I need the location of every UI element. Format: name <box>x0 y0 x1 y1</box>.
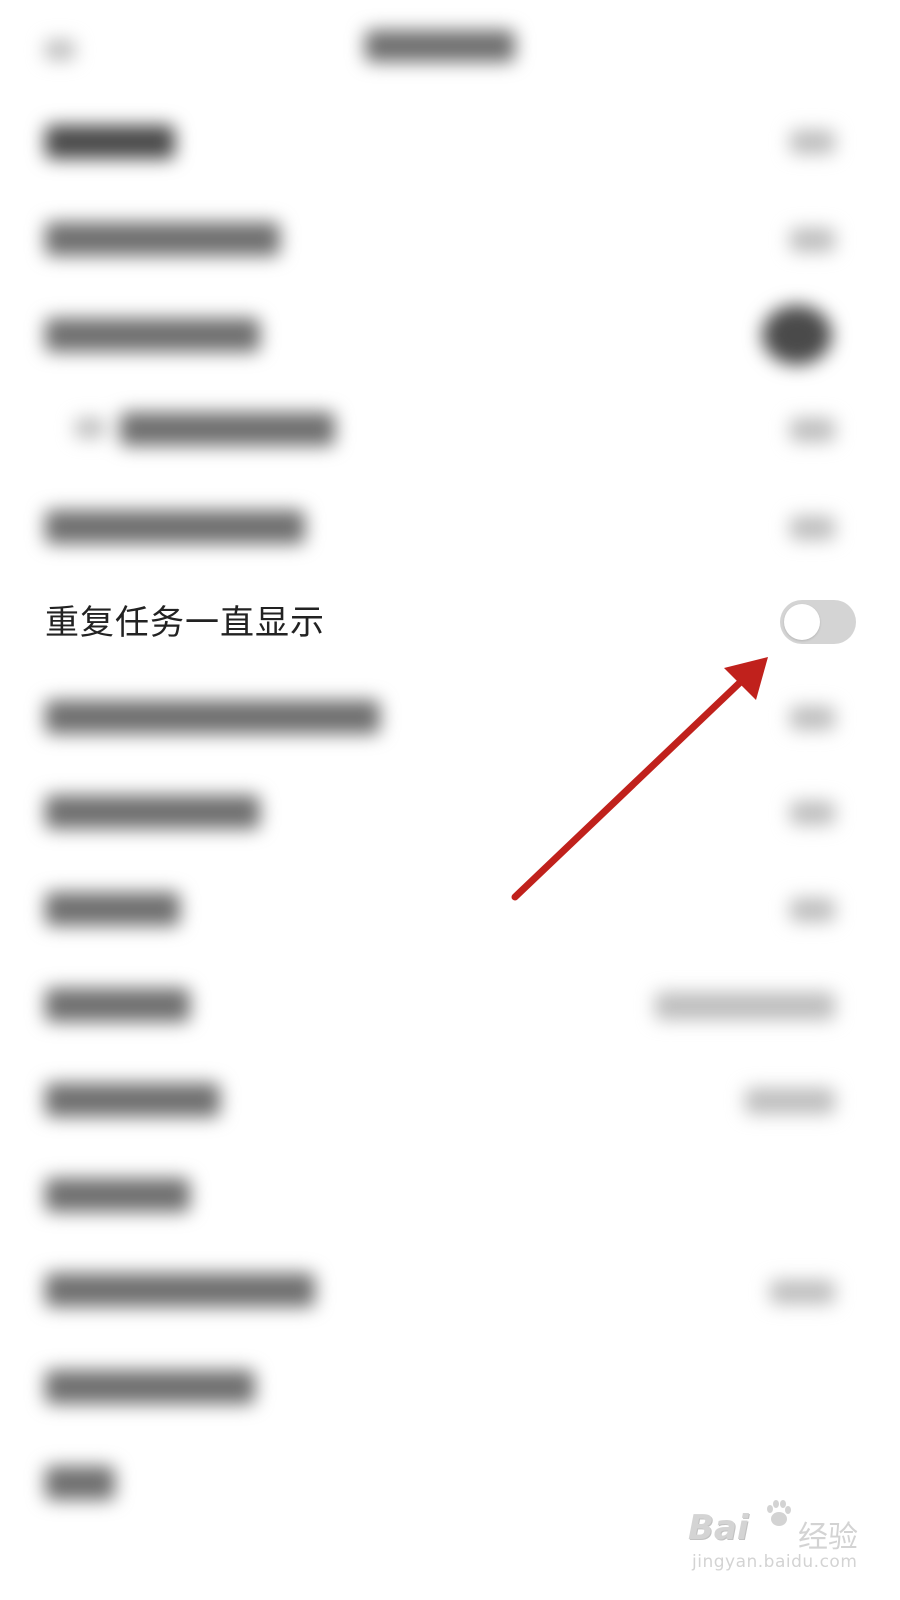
blurred-row-chevron-icon <box>790 516 835 540</box>
blurred-row-label <box>45 125 175 159</box>
blurred-row-label <box>45 318 260 352</box>
watermark-jingyan-text: 经验 <box>798 1520 858 1555</box>
blurred-row-chevron-icon <box>790 130 835 154</box>
blurred-row-label <box>45 1178 190 1212</box>
blurred-row-label <box>45 1083 220 1117</box>
setting-label: 重复任务一直显示 <box>45 603 325 643</box>
blurred-avatar <box>762 305 832 365</box>
blurred-row-chevron-icon <box>790 228 835 252</box>
blurred-row-chevron-icon <box>790 898 835 922</box>
blurred-row-label <box>45 222 280 256</box>
blurred-sub-icon <box>75 418 105 438</box>
blurred-row-label <box>45 1273 315 1307</box>
blurred-row-label <box>45 1466 115 1500</box>
setting-row-repeat-tasks-always-show: 重复任务一直显示 <box>0 585 900 665</box>
blurred-row-value <box>745 1088 835 1114</box>
paw-icon <box>767 1500 791 1526</box>
blurred-row-chevron-icon <box>790 801 835 825</box>
blurred-row-label <box>45 700 380 734</box>
blurred-row-label <box>45 1370 255 1404</box>
blurred-row-value <box>655 992 835 1020</box>
back-icon <box>45 40 75 60</box>
blurred-page-title <box>365 30 515 62</box>
blurred-row-value <box>770 1280 835 1304</box>
blurred-row-label <box>45 510 305 544</box>
blurred-row-label <box>120 412 335 446</box>
blurred-row-chevron-icon <box>790 418 835 442</box>
blurred-row-label <box>45 988 190 1022</box>
repeat-tasks-toggle-switch[interactable] <box>780 600 856 644</box>
blurred-row-label <box>45 892 180 926</box>
blurred-settings-background <box>0 0 900 1600</box>
watermark-url: jingyan.baidu.com <box>692 1552 858 1572</box>
baidu-jingyan-watermark: Bai 经验 jingyan.baidu.com <box>688 1500 858 1580</box>
toggle-knob <box>784 604 820 640</box>
blurred-row-label <box>45 795 260 829</box>
watermark-logo-text: Bai <box>688 1508 749 1548</box>
blurred-row-chevron-icon <box>790 706 835 730</box>
